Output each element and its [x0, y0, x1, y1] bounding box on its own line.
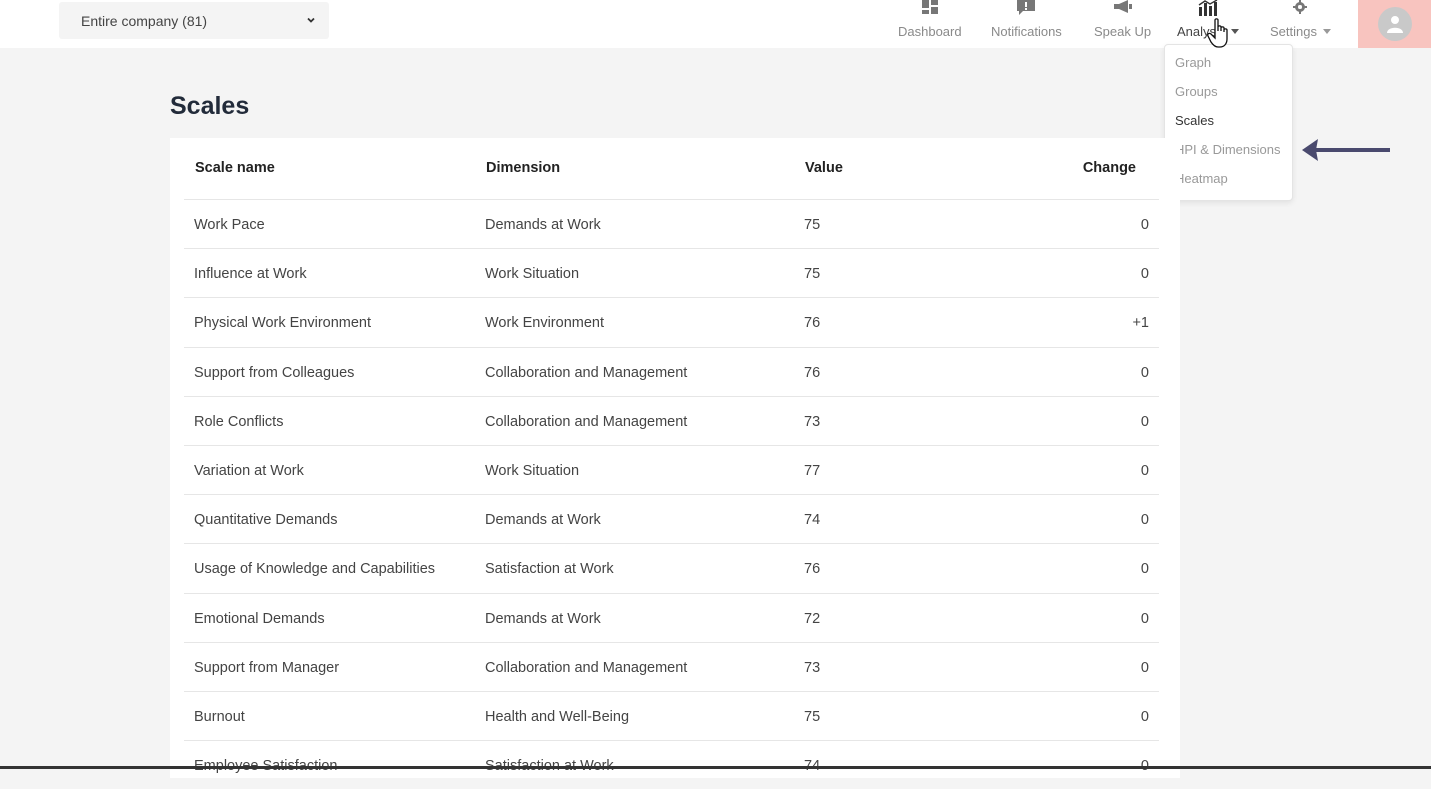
dimension-cell: Demands at Work	[485, 217, 601, 233]
dimension-cell: Demands at Work	[485, 610, 601, 627]
change-cell: +1	[1132, 315, 1149, 332]
table-row: Employee SatisfactionSatisfaction at Wor…	[184, 740, 1159, 789]
menu-item-groups[interactable]: Groups	[1175, 84, 1218, 104]
dimension-cell: Demands at Work	[485, 512, 601, 529]
table-row: Usage of Knowledge and Capabilities Satis…	[184, 543, 1159, 592]
change-cell: 0	[1140, 217, 1149, 233]
dimension-cell: Work Situation	[485, 463, 580, 479]
menu-item-hpi-dimensions[interactable]: HPI & Dimensions	[1175, 142, 1280, 162]
column-header-value[interactable]: Value	[805, 160, 843, 176]
change-cell: 0	[1140, 364, 1149, 381]
scale-name-cell: Influence at Work	[194, 266, 307, 283]
table-row: Influence at Work Work Situation 75 0	[184, 248, 1159, 297]
table-row: Role Conflicts Collaboration and Manageme…	[184, 395, 1159, 445]
dimension-cell: Work Situation	[485, 266, 580, 283]
scale-name-cell: Quantitative Demands	[194, 512, 338, 529]
nav-notifications-label: Notifications	[991, 24, 1062, 39]
value-cell: 75	[804, 709, 821, 725]
avatar[interactable]	[1377, 7, 1412, 41]
scale-name-cell: Physical Work Environment	[194, 315, 372, 332]
hand-cursor-icon	[1207, 18, 1228, 48]
nav-notifications[interactable]: Notifications	[991, 0, 1062, 48]
bar-chart-icon	[1180, 0, 1236, 20]
megaphone-icon	[1112, 0, 1134, 20]
dimension-cell: Collaboration and Management	[485, 364, 688, 381]
nav-settings[interactable]: Settings	[1270, 0, 1331, 48]
page-title: Scales	[170, 92, 250, 120]
scale-name-cell: Support from Colleagues	[194, 364, 355, 381]
nav-speak-up-label: Speak Up	[1094, 24, 1152, 39]
dimension-cell: Collaboration and Management	[485, 659, 688, 676]
value-cell: 74	[804, 512, 821, 529]
gear-icon	[1271, 0, 1329, 20]
analysis-dropdown-menu: Graph Groups Scales HPI & Dimensions Hea…	[1164, 44, 1293, 201]
table-row: Support from Colleagues Collaboration and…	[184, 346, 1159, 396]
scale-name-cell: Support from Manager	[194, 659, 340, 676]
company-select-label: Entire company (81)	[81, 12, 208, 29]
value-cell: 75	[804, 266, 821, 283]
value-cell: 73	[804, 659, 821, 676]
column-header-scale[interactable]: Scale name	[195, 160, 275, 176]
nav-dashboard-label: Dashboard	[898, 24, 962, 39]
table-row: Quantitative Demands Demands at Work 74 0	[184, 494, 1159, 543]
change-cell: 0	[1140, 463, 1149, 479]
value-cell: 76	[804, 364, 821, 381]
nav-speak-up[interactable]: Speak Up	[1094, 0, 1151, 48]
company-select[interactable]: Entire company (81)	[59, 2, 329, 39]
scales-table: Scale name Dimension Value Change Work P…	[170, 138, 1180, 778]
nav-settings-text: Settings	[1270, 24, 1317, 39]
table-row: Physical Work Environment Work Environmen…	[184, 297, 1159, 346]
change-cell: 0	[1140, 561, 1149, 578]
scale-name-cell: Burnout	[194, 709, 245, 725]
value-cell: 75	[804, 217, 821, 233]
value-cell: 72	[804, 610, 821, 627]
table-row: Emotional Demands Demands at Work 72 0	[184, 592, 1159, 642]
user-icon	[1386, 16, 1403, 33]
chevron-down-icon	[307, 17, 315, 23]
menu-item-graph[interactable]: Graph	[1175, 55, 1211, 75]
nav-dashboard[interactable]: Dashboard	[898, 0, 962, 48]
nav-settings-label: Settings	[1270, 24, 1331, 39]
table-row: Support from Manager Collaboration and Ma…	[184, 641, 1159, 691]
value-cell: 77	[804, 463, 821, 479]
change-cell: 0	[1140, 512, 1149, 529]
scale-name-cell: Variation at Work	[194, 463, 304, 479]
table-row: Work Pace Demands at Work 75 0	[184, 199, 1159, 248]
value-cell: 76	[804, 315, 821, 332]
column-header-change[interactable]: Change	[1083, 160, 1136, 176]
table-row: Variation at Work Work Situation 77 0	[184, 445, 1159, 494]
notification-icon	[1016, 0, 1036, 20]
user-menu[interactable]	[1358, 0, 1431, 48]
table-row: Burnout Health and Well-Being 75 0	[184, 691, 1159, 740]
change-cell: 0	[1140, 413, 1149, 430]
change-cell: 0	[1140, 709, 1149, 725]
arrow-left-icon	[1302, 139, 1390, 161]
dimension-cell: Collaboration and Management	[485, 413, 688, 430]
change-cell: 0	[1140, 266, 1149, 283]
dimension-cell: Satisfaction at Work	[485, 561, 614, 578]
dimension-cell: Work Environment	[485, 315, 604, 332]
scale-name-cell: Work Pace	[194, 217, 265, 233]
value-cell: 76	[804, 561, 821, 578]
scale-name-cell: Usage of Knowledge and Capabilities	[194, 561, 436, 578]
dashboard-icon	[921, 0, 939, 20]
scale-name-cell: Emotional Demands	[194, 610, 325, 627]
dimension-cell: Health and Well-Being	[485, 709, 630, 725]
scale-name-cell: Role Conflicts	[194, 413, 284, 430]
change-cell: 0	[1140, 659, 1149, 676]
column-header-dimension[interactable]: Dimension	[486, 160, 560, 176]
value-cell: 73	[804, 413, 821, 430]
menu-item-scales[interactable]: Scales	[1175, 113, 1214, 133]
menu-item-heatmap[interactable]: Heatmap	[1175, 171, 1228, 191]
caret-down-icon	[1322, 29, 1331, 34]
change-cell: 0	[1140, 610, 1149, 627]
